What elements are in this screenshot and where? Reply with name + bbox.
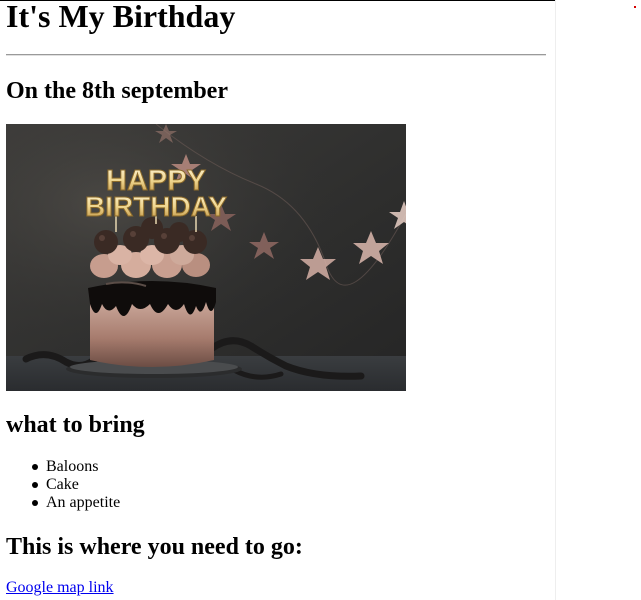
- bring-heading: what to bring: [6, 412, 145, 438]
- page-title: It's My Birthday: [6, 0, 236, 34]
- birthday-cake-image: HAPPY BIRTHDAY: [6, 124, 406, 391]
- list-item-text: Baloons: [46, 458, 99, 475]
- bullet-icon: [32, 500, 38, 506]
- list-item-text: An appetite: [46, 494, 121, 511]
- location-heading: This is where you need to go:: [6, 534, 303, 560]
- list-item: Baloons: [32, 458, 120, 476]
- list-item: An appetite: [32, 494, 121, 512]
- google-map-link[interactable]: Google map link: [6, 579, 114, 597]
- bullet-icon: [32, 482, 38, 488]
- date-heading: On the 8th september: [6, 78, 228, 104]
- red-dot-marker: [634, 6, 636, 8]
- page-right-edge: [555, 0, 556, 600]
- document-page: It's My Birthday On the 8th september HA…: [0, 0, 555, 600]
- horizontal-rule: [6, 54, 546, 56]
- topper-birthday: BIRTHDAY: [85, 191, 227, 222]
- bring-list: Baloons Cake An appetite: [32, 458, 121, 512]
- cake-body: [90, 302, 214, 367]
- bullet-icon: [32, 464, 38, 470]
- list-item-text: Cake: [46, 476, 79, 493]
- list-item: Cake: [32, 476, 120, 494]
